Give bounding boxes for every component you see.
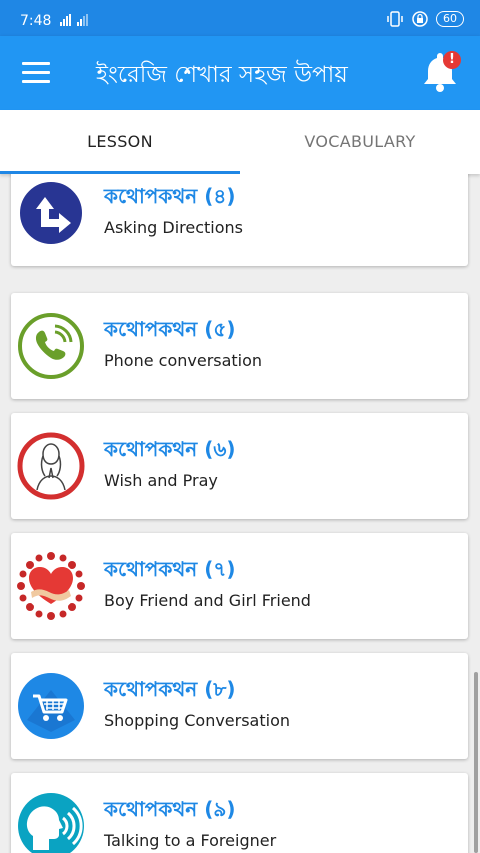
page-title: ইংরেজি শেখার সহজ উপায় (96, 62, 348, 88)
directions-icon (18, 180, 84, 246)
status-time: 7:48 (20, 13, 52, 29)
lesson-list[interactable]: কথোপকথন (৪) Asking Directions কথোপকথন (৫… (0, 174, 480, 853)
lesson-subtitle: Shopping Conversation (104, 711, 291, 730)
battery-icon: 60 (436, 11, 464, 27)
notification-button[interactable]: ! (422, 50, 462, 94)
lesson-subtitle: Boy Friend and Girl Friend (104, 591, 311, 610)
vibrate-icon (387, 11, 403, 27)
lesson-title: কথোপকথন (৯) (104, 797, 236, 821)
lesson-title: কথোপকথন (৬) (104, 437, 236, 461)
lesson-title: কথোপকথন (৮) (104, 677, 236, 701)
lesson-subtitle: Asking Directions (104, 218, 243, 237)
scrollbar[interactable] (474, 672, 478, 853)
lesson-card[interactable]: কথোপকথন (৬) Wish and Pray (11, 413, 468, 519)
lesson-card[interactable]: কথোপকথন (৪) Asking Directions (11, 174, 468, 266)
lock-rotation-icon (412, 11, 428, 27)
shopping-cart-icon (18, 673, 84, 739)
menu-icon[interactable] (22, 62, 50, 84)
tab-vocabulary[interactable]: VOCABULARY (240, 110, 480, 174)
signal-icons (60, 14, 88, 26)
lesson-card[interactable]: কথোপকথন (৫) Phone conversation (11, 293, 468, 399)
phone-icon (18, 313, 84, 379)
lesson-title: কথোপকথন (৪) (104, 184, 236, 208)
tab-lesson[interactable]: LESSON (0, 110, 240, 174)
signal-icon-2 (77, 14, 88, 26)
lesson-card[interactable]: কথোপকথন (৭) Boy Friend and Girl Friend (11, 533, 468, 639)
bell-icon (424, 51, 461, 92)
lesson-card[interactable]: কথোপকথন (৮) Shopping Conversation (11, 653, 468, 759)
notification-badge: ! (449, 52, 455, 67)
signal-icon (60, 14, 71, 26)
praying-woman-icon (17, 432, 85, 500)
lesson-subtitle: Talking to a Foreigner (104, 831, 277, 850)
lesson-title: কথোপকথন (৫) (104, 317, 236, 341)
status-bar: 7:48 60 (0, 0, 480, 36)
app-bar: ইংরেজি শেখার সহজ উপায় ! (0, 36, 480, 110)
status-right: 60 (386, 11, 464, 27)
lesson-subtitle: Phone conversation (104, 351, 263, 370)
speaking-head-icon (18, 793, 84, 853)
lesson-card[interactable]: কথোপকথন (৯) Talking to a Foreigner (11, 773, 468, 853)
lesson-title: কথোপকথন (৭) (104, 557, 236, 581)
lesson-subtitle: Wish and Pray (104, 471, 218, 490)
tab-bar: LESSON VOCABULARY (0, 110, 480, 174)
heart-icon (17, 552, 85, 620)
